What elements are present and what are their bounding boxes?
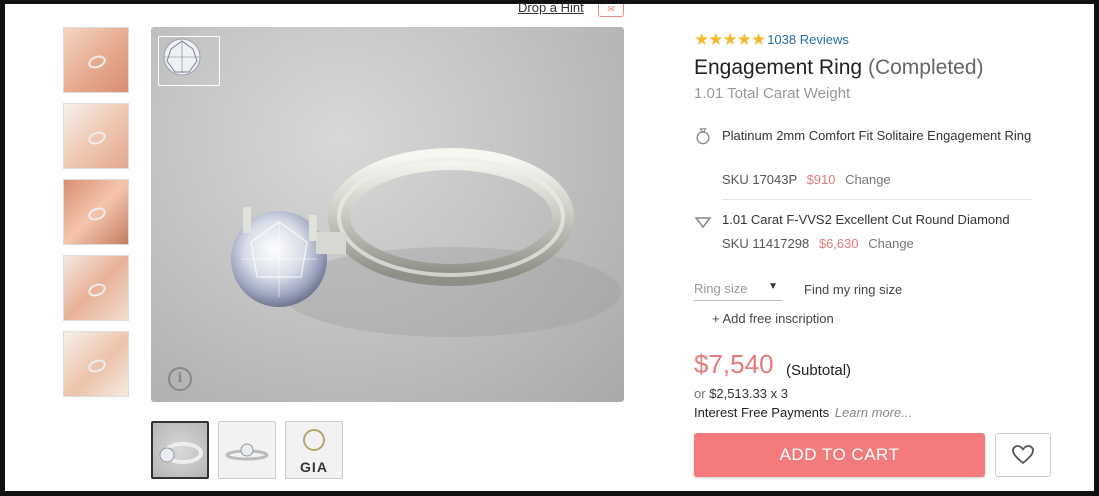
total-price: $7,540 — [694, 349, 774, 379]
title-text: Engagement Ring — [694, 56, 863, 79]
divider — [722, 199, 1032, 200]
info-icon[interactable]: i — [168, 367, 192, 391]
add-inscription-link[interactable]: + Add free inscription — [712, 311, 834, 326]
setting-price: $910 — [806, 172, 836, 187]
diamond-icon — [163, 38, 201, 76]
diamond-price: $6,630 — [818, 236, 859, 251]
subtotal-label: (Subtotal) — [786, 362, 852, 379]
thumbnail-strip — [63, 27, 129, 407]
ring-illustration — [231, 148, 621, 337]
diamond-sku: SKU 11417298 — [722, 236, 810, 251]
thumbnail-hand-5[interactable] — [63, 331, 129, 397]
learn-more-link[interactable]: Learn more... — [835, 405, 912, 420]
setting-sku-row: SKU 17043P $910 Change — [722, 172, 891, 187]
ring-front-icon — [225, 443, 269, 461]
thumbnail-hand-4[interactable] — [63, 255, 129, 321]
diamond-name: 1.01 Carat F-VVS2 Excellent Cut Round Di… — [722, 212, 1010, 227]
view-thumb-side[interactable] — [151, 421, 209, 479]
setting-sku: SKU 17043P — [722, 172, 797, 187]
carat-weight: 1.01 Total Carat Weight — [694, 85, 851, 102]
setting-change-link[interactable]: Change — [845, 172, 891, 187]
heart-icon — [1012, 445, 1034, 465]
product-title: Engagement Ring (Completed) — [694, 56, 984, 80]
wishlist-button[interactable] — [995, 433, 1051, 477]
star-rating-icon: ★★★★★ — [694, 30, 766, 49]
view-thumb-gia[interactable]: GIA — [285, 421, 343, 479]
or-label: or — [694, 386, 706, 401]
interest-label: Interest Free Payments — [694, 405, 830, 420]
thumbnail-hand-1[interactable] — [63, 27, 129, 93]
ring-icon — [696, 128, 710, 145]
reviews-link[interactable]: 1038 Reviews — [767, 31, 849, 49]
envelope-icon[interactable]: ✉ — [598, 4, 624, 17]
diamond-sku-row: SKU 11417298 $6,630 Change — [722, 236, 914, 251]
title-status: (Completed) — [867, 56, 984, 79]
drop-hint-link[interactable]: Drop a Hint — [518, 0, 584, 16]
ring-size-placeholder: Ring size — [694, 281, 748, 296]
diamond-outline-icon — [694, 217, 712, 229]
installment-amount: $2,513.33 x 3 — [709, 386, 788, 401]
thumbnail-hand-3[interactable] — [63, 179, 129, 245]
add-to-cart-button[interactable]: ADD TO CART — [694, 433, 985, 477]
ring-side-icon — [159, 442, 203, 464]
gia-label: GIA — [300, 459, 328, 475]
interest-row: Interest Free Payments Learn more... — [694, 405, 912, 420]
diamond-preview-badge[interactable] — [158, 36, 220, 86]
installment-row: or $2,513.33 x 3 — [694, 386, 788, 401]
view-thumb-front[interactable] — [218, 421, 276, 479]
setting-name: Platinum 2mm Comfort Fit Solitaire Engag… — [722, 128, 1032, 143]
main-product-image[interactable]: i — [151, 27, 624, 402]
view-thumbnails: GIA — [151, 421, 343, 479]
diamond-change-link[interactable]: Change — [868, 236, 914, 251]
find-ring-size-link[interactable]: Find my ring size — [804, 282, 902, 297]
thumbnail-hand-2[interactable] — [63, 103, 129, 169]
ring-size-select[interactable]: Ring size ▼ — [694, 281, 782, 301]
caret-down-icon: ▼ — [768, 281, 778, 292]
gia-seal-icon — [303, 429, 325, 451]
rating[interactable]: ★★★★★ 1038 Reviews — [694, 31, 849, 49]
